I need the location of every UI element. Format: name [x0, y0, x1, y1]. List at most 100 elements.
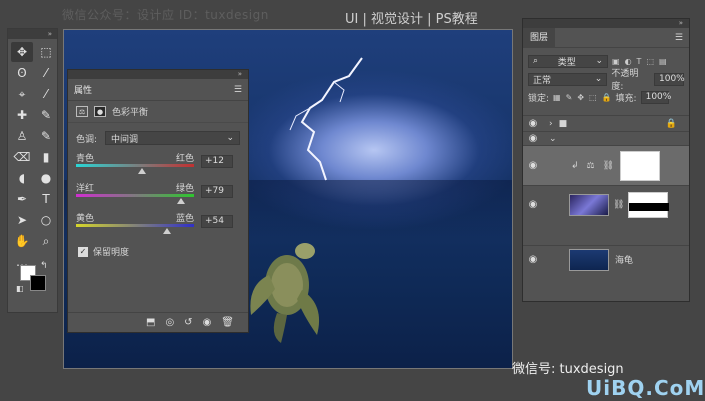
layer-name: 海龟 [615, 256, 634, 266]
tool-button[interactable]: ✒ [11, 189, 33, 209]
layer-group-2[interactable]: ◉ ⌄ [523, 131, 689, 145]
clip-to-layer-icon[interactable]: ⬒ [146, 317, 155, 328]
slider-thumb[interactable] [138, 168, 147, 174]
panel-grip[interactable]: » [8, 29, 57, 39]
eye-icon[interactable]: ◉ [523, 133, 543, 144]
layers-tab[interactable]: 图层 [523, 27, 556, 48]
fill-label: 填充: [615, 93, 637, 104]
tool-button[interactable]: ✥ [11, 42, 33, 62]
tool-button[interactable]: ○ [35, 210, 57, 230]
layer-thumbnail[interactable] [569, 193, 609, 216]
default-colors-icon[interactable]: ◧ [16, 284, 24, 293]
tool-button[interactable]: ⌖ [11, 84, 33, 104]
tool-button[interactable]: ◖ [11, 168, 33, 188]
layers-panel: » 图层 ☰ ⌕ 类型 ⌄ ▣ ◐ T ⬚ ▤ 正常 ⌄ 不透明度: 100% … [522, 18, 690, 302]
eye-icon[interactable]: ◉ [523, 118, 543, 129]
slider-value-input[interactable]: +12 [201, 155, 233, 168]
color-balance-icon: ⚖ [76, 106, 88, 117]
eye-icon[interactable]: ◉ [523, 199, 543, 210]
search-icon: ⌕ [533, 56, 539, 66]
slider-track[interactable] [76, 224, 194, 227]
tool-button[interactable]: ⁄ [35, 84, 57, 104]
tutorial-banner: UI | 视觉设计 | PS教程 [345, 12, 478, 27]
tool-button[interactable]: ✎ [35, 105, 57, 125]
fill-input[interactable]: 100% [640, 90, 672, 104]
tool-button[interactable]: ✚ [11, 105, 33, 125]
slider-value-input[interactable]: +79 [201, 185, 233, 198]
panel-menu-icon[interactable]: ☰ [234, 85, 242, 95]
panel-menu-icon[interactable]: ☰ [675, 33, 683, 43]
layer-mask-thumbnail[interactable] [620, 150, 661, 181]
adjustment-name: 色彩平衡 [112, 108, 149, 118]
tool-button[interactable]: ✎ [35, 126, 57, 146]
adjustment-filter-icon[interactable]: ◐ [625, 57, 632, 66]
chevron-down-icon: ⌄ [226, 133, 234, 143]
mask-icon[interactable]: ● [94, 106, 106, 117]
clip-arrow-icon: ↲ [571, 160, 579, 171]
shape-filter-icon[interactable]: ⬚ [646, 57, 654, 66]
slider-value-input[interactable]: +54 [201, 215, 233, 228]
lock-all-icon[interactable]: 🔒 [602, 93, 612, 102]
layer-group-1[interactable]: ◉ › ■ 🔒 [523, 115, 689, 131]
tool-button[interactable]: T [35, 189, 57, 209]
smart-filter-icon[interactable]: ▤ [659, 57, 667, 66]
tool-button[interactable]: ▮ [35, 147, 57, 167]
tool-button[interactable]: ➤ [11, 210, 33, 230]
type-filter-icon[interactable]: T [637, 57, 642, 66]
visibility-icon[interactable]: ◉ [203, 317, 212, 328]
tool-button[interactable]: ● [35, 168, 57, 188]
filter-label: 类型 [557, 57, 576, 68]
slider-thumb[interactable] [177, 198, 186, 204]
tool-button[interactable]: ⌫ [11, 147, 33, 167]
preserve-luminosity-checkbox[interactable]: ✓ [78, 246, 88, 257]
link-icon[interactable]: ⛓ [613, 200, 624, 210]
layer-lightning[interactable]: ◉ ⛓ [523, 185, 689, 223]
tool-grid: ✥ ⬚ ʘ ⁄ ⌖ ⁄ ✚ ✎ ♙ ✎ ⌫ ▮ ◖ ● ✒ T ➤ ○ ✋ ⌕… [8, 39, 57, 275]
lock-image-icon[interactable]: ✎ [566, 93, 573, 102]
tools-panel: » ✥ ⬚ ʘ ⁄ ⌖ ⁄ ✚ ✎ ♙ ✎ ⌫ ▮ ◖ ● ✒ T ➤ ○ ✋ ⌕… ↰ ◧ [7, 28, 58, 313]
opacity-value: 100% [659, 74, 685, 84]
filter-icons: ▣ ◐ T ⬚ ▤ [612, 57, 667, 66]
swap-colors-icon[interactable]: ↰ [40, 261, 48, 271]
lock-position-icon[interactable]: ✥ [577, 93, 584, 102]
tool-button[interactable]: ⁄ [35, 63, 57, 83]
slider-track[interactable] [76, 194, 194, 197]
properties-tab[interactable]: 属性 [74, 83, 92, 96]
properties-footer: ⬒ ◎ ↺ ◉ 🗑 [68, 312, 248, 332]
tone-select[interactable]: 中间调 ⌄ [105, 131, 240, 145]
lock-artboard-icon[interactable]: ⬚ [589, 93, 597, 102]
tool-button[interactable]: ⌕ [35, 231, 57, 251]
color-slider: 黄色 蓝色 +54 [68, 209, 248, 239]
view-previous-icon[interactable]: ◎ [165, 317, 174, 328]
slider-left-label: 洋红 [76, 184, 95, 194]
slider-thumb[interactable] [162, 228, 171, 234]
reset-icon[interactable]: ↺ [184, 317, 192, 328]
tool-button[interactable]: ♙ [11, 126, 33, 146]
blend-mode-select[interactable]: 正常 ⌄ [528, 72, 608, 86]
layer-mask-thumbnail[interactable] [628, 191, 670, 218]
chevron-right-icon[interactable]: › [549, 119, 553, 129]
opacity-label: 不透明度: [611, 69, 639, 92]
fill-value: 100% [645, 92, 672, 102]
tool-button[interactable]: ⬚ [35, 42, 57, 62]
link-icon[interactable]: ⛓ [603, 161, 614, 171]
opacity-input[interactable]: 100% [654, 72, 685, 86]
layer-turtle[interactable]: ◉ 海龟 [523, 245, 689, 273]
eye-icon[interactable]: ◉ [523, 160, 543, 171]
layer-color-balance[interactable]: ◉ ↲ ⚖ ⛓ [523, 145, 689, 185]
eye-icon[interactable]: ◉ [523, 254, 543, 265]
tool-button[interactable]: ʘ [11, 63, 33, 83]
panel-grip[interactable]: » [68, 70, 248, 79]
color-sliders: 青色 红色 +12 洋红 绿色 +79 黄色 蓝色 +54 [68, 149, 248, 239]
color-balance-icon: ⚖ [586, 160, 595, 171]
slider-track[interactable] [76, 164, 194, 167]
lock-transparent-icon[interactable]: ▦ [553, 93, 561, 102]
background-color[interactable] [30, 275, 46, 291]
pixel-filter-icon[interactable]: ▣ [612, 57, 620, 66]
layer-filter-select[interactable]: ⌕ 类型 ⌄ [528, 54, 608, 68]
chevron-down-icon[interactable]: ⌄ [549, 134, 557, 144]
trash-icon[interactable]: 🗑 [221, 317, 234, 328]
chevron-down-icon: ⌄ [595, 56, 603, 66]
layer-thumbnail[interactable] [569, 248, 609, 271]
tool-button[interactable]: ✋ [11, 231, 33, 251]
